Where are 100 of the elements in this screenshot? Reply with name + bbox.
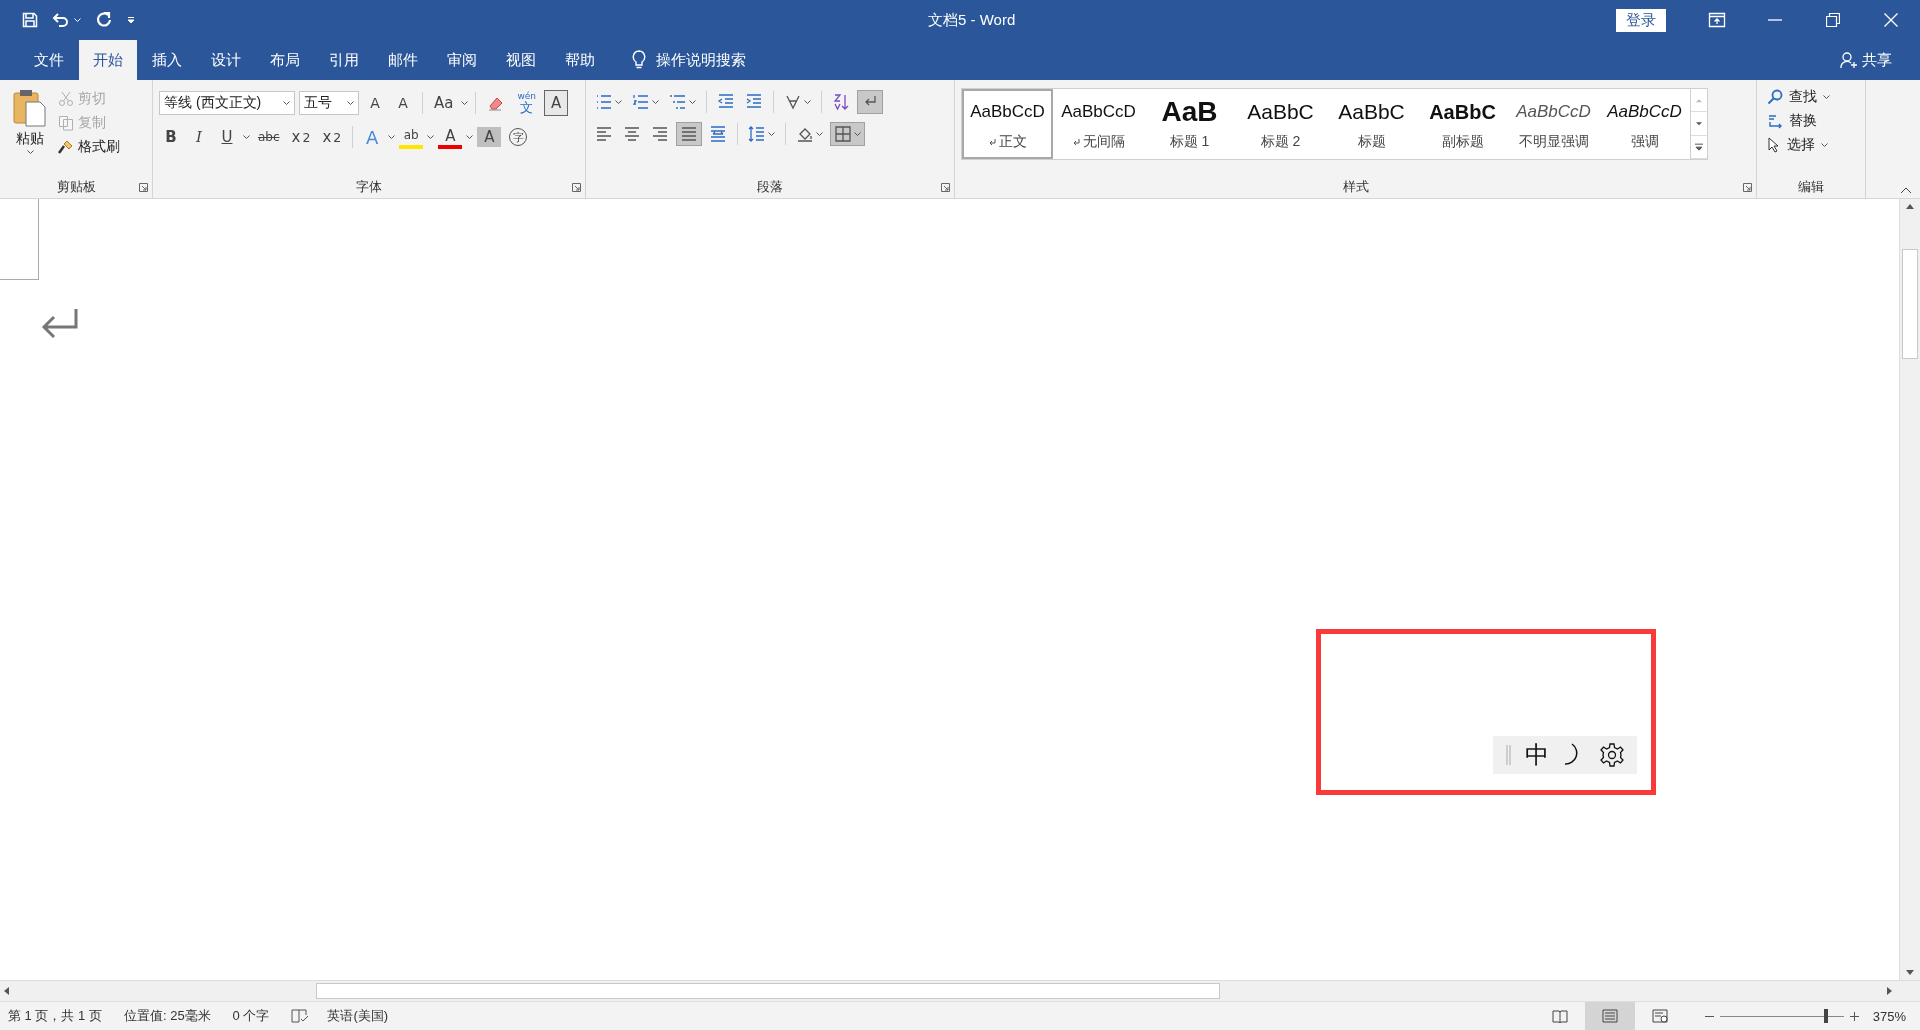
window-title: 文档5 - Word — [927, 10, 1017, 30]
zoom-slider-thumb[interactable] — [1823, 1009, 1828, 1023]
ribbon-tab[interactable]: 审阅 — [433, 40, 491, 80]
bold-button[interactable]: B — [159, 124, 183, 150]
caret-icon — [1823, 94, 1830, 100]
redo-icon[interactable] — [95, 11, 113, 29]
paragraph-return-icon — [40, 307, 78, 339]
increase-indent-icon — [745, 93, 763, 111]
bullets-icon — [595, 93, 613, 111]
phonetic-guide-button[interactable]: wén 文 — [513, 90, 541, 116]
customize-toolbar-icon[interactable] — [127, 16, 135, 24]
close-icon[interactable] — [1884, 13, 1898, 27]
lightbulb-icon — [632, 50, 646, 70]
zoom-level[interactable]: 375% — [1872, 1008, 1906, 1024]
caret-icon — [427, 134, 435, 140]
page-count[interactable]: 第 1 页，共 1 页 — [8, 1007, 102, 1025]
undo-icon[interactable] — [52, 12, 70, 28]
font-size-dropdown[interactable]: 五号 — [299, 91, 359, 115]
caret-icon — [854, 131, 861, 137]
collapse-ribbon-icon[interactable] — [1900, 187, 1912, 194]
ribbon-tab[interactable]: 布局 — [256, 40, 314, 80]
select-button[interactable]: 选择 — [1767, 136, 1830, 154]
person-add-icon — [1840, 51, 1858, 69]
word-count[interactable]: 0 个字 — [232, 1007, 270, 1025]
paintbrush-icon — [58, 139, 74, 155]
dialog-launcher-icon[interactable] — [139, 183, 148, 192]
caret-icon — [388, 134, 396, 140]
grow-font-button[interactable]: A — [363, 90, 387, 116]
sort-icon — [832, 93, 850, 111]
zoom-in-icon[interactable] — [1849, 1011, 1859, 1021]
shrink-font-button[interactable]: A — [391, 90, 415, 116]
save-icon[interactable] — [22, 12, 38, 28]
character-border-button[interactable]: A — [544, 90, 569, 116]
proofing-icon[interactable] — [291, 1009, 310, 1023]
cursor-position[interactable]: 位置值: 25毫米 — [123, 1007, 211, 1025]
paste-button[interactable]: 粘贴 — [6, 86, 54, 176]
share-button[interactable]: 共享 — [1840, 40, 1892, 80]
tell-me-search-field[interactable]: 操作说明搜索 — [656, 50, 746, 70]
align-left-icon — [595, 125, 613, 143]
find-button[interactable]: 查找 — [1767, 88, 1830, 106]
ribbon-tab[interactable]: 插入 — [138, 40, 196, 80]
caret-icon — [243, 134, 250, 140]
group-label: 剪贴板 — [56, 178, 96, 196]
underline-button[interactable]: U — [215, 124, 239, 150]
caret-icon — [816, 131, 823, 137]
decrease-indent-icon — [717, 93, 735, 111]
borders-button[interactable] — [830, 122, 865, 146]
dialog-launcher-icon[interactable] — [572, 183, 581, 192]
style-option[interactable]: AaBbCcD 正文 — [962, 89, 1053, 159]
font-name-dropdown[interactable]: 等线 (西文正文) — [159, 91, 295, 115]
caret-icon — [283, 100, 290, 106]
clipboard-icon — [12, 88, 48, 128]
highlight-button[interactable]: ab — [399, 125, 424, 149]
ribbon-tab[interactable]: 视图 — [492, 40, 550, 80]
replace-button[interactable]: 替换 — [1767, 112, 1830, 130]
caret-icon — [1821, 142, 1828, 148]
drag-handle-icon[interactable] — [1505, 745, 1511, 765]
character-shading-button[interactable]: A — [477, 127, 502, 147]
ribbon-display-options-icon[interactable] — [1708, 12, 1726, 28]
web-page-icon — [1651, 1009, 1668, 1023]
pointer-icon — [1767, 137, 1781, 153]
ribbon-tab[interactable]: 文件 — [20, 40, 78, 80]
caret-icon — [347, 100, 354, 106]
input-mode-toggle[interactable]: 中 — [1524, 739, 1549, 771]
group-label: 样式 — [1342, 178, 1369, 196]
paragraph-mark-button[interactable] — [857, 90, 883, 114]
caret-icon — [652, 99, 659, 105]
change-case-button[interactable]: Aa — [430, 90, 458, 116]
page-icon — [1601, 1009, 1618, 1023]
caret-icon — [466, 134, 474, 140]
scissors-icon — [58, 91, 74, 107]
ribbon-tab[interactable]: 设计 — [197, 40, 255, 80]
group-label: 编辑 — [1798, 178, 1824, 196]
font-color-button[interactable]: A — [438, 125, 463, 149]
settings-icon[interactable] — [1600, 743, 1625, 767]
justify-button[interactable] — [676, 122, 702, 146]
caret-icon[interactable] — [74, 17, 81, 23]
restore-icon[interactable] — [1826, 13, 1840, 27]
ribbon-tab[interactable]: 引用 — [315, 40, 373, 80]
ribbon-tab[interactable]: 帮助 — [551, 40, 609, 80]
numbering-icon — [632, 93, 650, 111]
sign-in-button[interactable]: 登录 — [1616, 8, 1666, 32]
book-icon — [1551, 1009, 1568, 1023]
dialog-launcher-icon[interactable] — [941, 183, 950, 192]
ribbon-tab[interactable]: 邮件 — [374, 40, 432, 80]
strikethrough-button[interactable]: abc — [254, 124, 284, 150]
ribbon-tab[interactable]: 开始 — [79, 40, 137, 80]
vertical-scrollbar-thumb[interactable] — [1902, 249, 1918, 359]
format-painter-button[interactable]: 格式刷 — [54, 138, 124, 156]
align-center-icon — [623, 125, 641, 143]
group-label: 字体 — [356, 178, 382, 196]
caret-icon — [689, 99, 696, 105]
language-indicator[interactable]: 英语(美国) — [327, 1007, 389, 1025]
italic-button[interactable]: I — [187, 124, 211, 150]
dialog-launcher-icon[interactable] — [1743, 183, 1752, 192]
copy-icon — [58, 115, 74, 131]
group-label: 段落 — [757, 178, 783, 196]
horizontal-scrollbar-thumb[interactable] — [316, 983, 1220, 999]
justify-icon — [680, 125, 698, 143]
search-icon — [1767, 89, 1783, 105]
